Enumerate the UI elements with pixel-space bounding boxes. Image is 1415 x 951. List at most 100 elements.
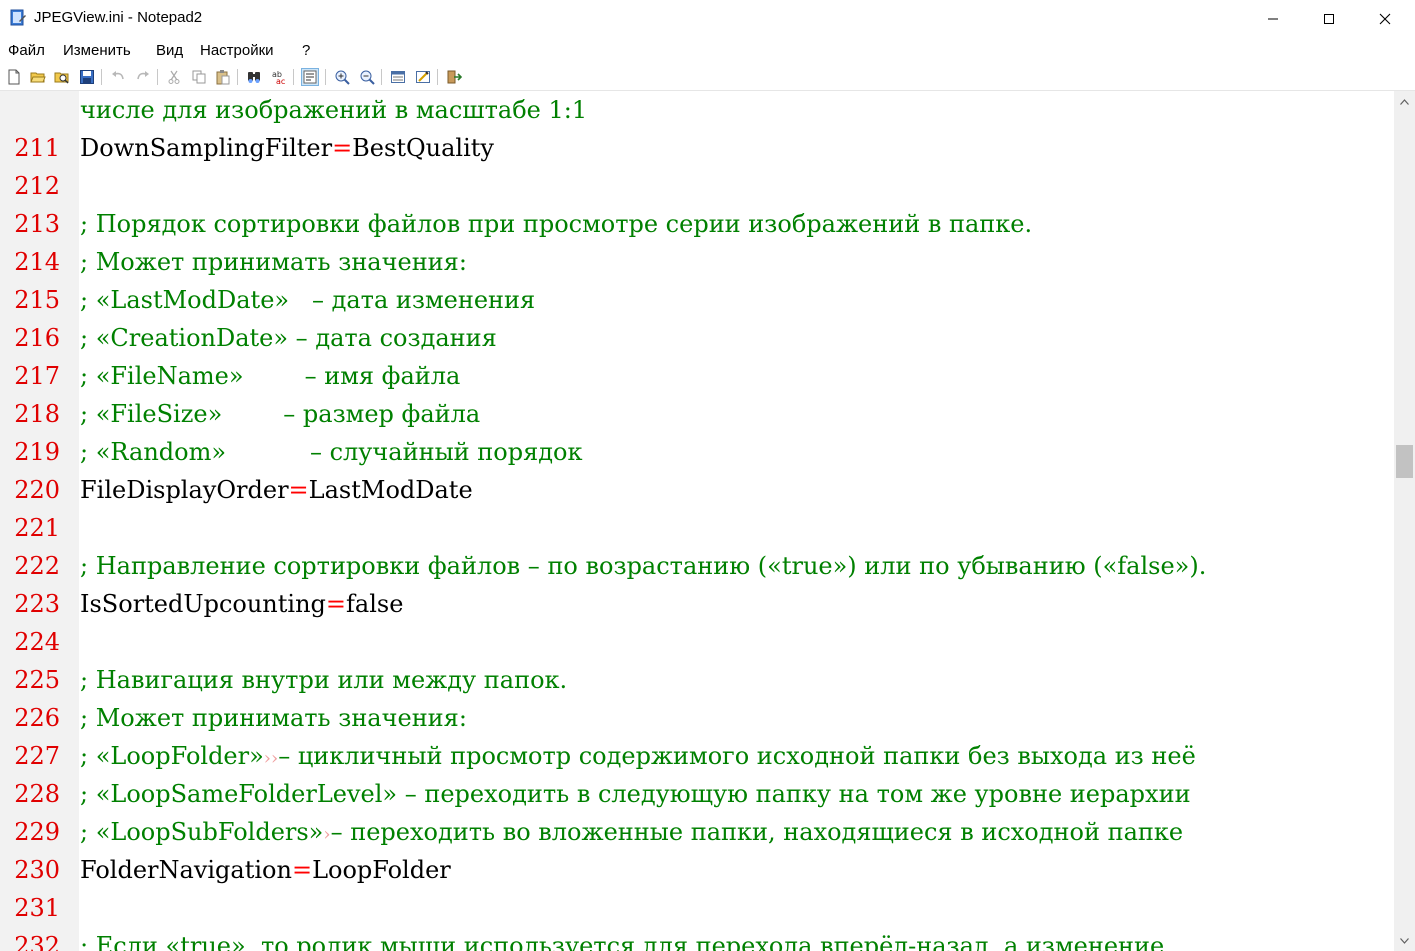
editor-line[interactable]: 211 DownSamplingFilter=BestQuality bbox=[0, 129, 1394, 167]
ini-key: FolderNavigation bbox=[80, 856, 292, 884]
line-text: ; «FileSize» – размер файла bbox=[80, 395, 480, 433]
editor-line[interactable]: 226 ; Может принимать значения: bbox=[0, 699, 1394, 737]
text-editor[interactable]: числе для изображений в масштабе 1:1 211 D… bbox=[0, 91, 1394, 951]
editor-line[interactable]: 231 bbox=[0, 889, 1394, 927]
line-number: 225 bbox=[14, 666, 60, 694]
chevron-up-icon bbox=[1400, 98, 1409, 105]
menu-file[interactable]: Файл bbox=[8, 42, 45, 59]
editor-line[interactable]: 213 ; Порядок сортировки файлов при просм… bbox=[0, 205, 1394, 243]
undo-icon[interactable] bbox=[110, 69, 126, 85]
line-number: 214 bbox=[14, 248, 60, 276]
editor-line[interactable]: 223 IsSortedUpcounting=false bbox=[0, 585, 1394, 623]
line-text: ; Может принимать значения: bbox=[80, 243, 467, 281]
redo-icon[interactable] bbox=[135, 69, 151, 85]
tab-marker-icon: › bbox=[263, 748, 271, 769]
zoom-in-icon[interactable] bbox=[334, 69, 350, 85]
comment-text: ; «CreationDate» – дата создания bbox=[80, 324, 497, 352]
replace-icon[interactable]: ab ac bbox=[271, 69, 287, 85]
chevron-down-icon bbox=[1400, 937, 1409, 944]
editor-line[interactable]: 225 ; Навигация внутри или между папок. bbox=[0, 661, 1394, 699]
comment-text: ; «LoopSameFolderLevel» – переходить в с… bbox=[80, 780, 1191, 808]
ini-key: FileDisplayOrder bbox=[80, 476, 289, 504]
ini-equals: = bbox=[332, 134, 353, 162]
minimize-button[interactable] bbox=[1245, 0, 1301, 38]
line-number: 220 bbox=[14, 476, 60, 504]
comment-text: – переходить во вложенные папки, находящ… bbox=[330, 818, 1184, 846]
editor-line[interactable]: числе для изображений в масштабе 1:1 bbox=[0, 91, 1394, 129]
line-text: FolderNavigation=LoopFolder bbox=[80, 851, 451, 889]
menu-view[interactable]: Вид bbox=[156, 42, 183, 59]
editor-line[interactable]: 217 ; «FileName» – имя файла bbox=[0, 357, 1394, 395]
scheme-icon[interactable] bbox=[390, 69, 406, 85]
menu-settings[interactable]: Настройки bbox=[200, 42, 274, 59]
line-number: 221 bbox=[14, 514, 60, 542]
close-button[interactable] bbox=[1357, 0, 1413, 38]
line-text: FileDisplayOrder=LastModDate bbox=[80, 471, 473, 509]
toolbar-separator bbox=[437, 69, 438, 85]
line-number: 224 bbox=[14, 628, 60, 656]
ini-equals: = bbox=[325, 590, 347, 618]
comment-text: числе для изображений в масштабе 1:1 bbox=[80, 96, 588, 124]
ini-equals: = bbox=[291, 856, 313, 884]
editor-line[interactable]: 218 ; «FileSize» – размер файла bbox=[0, 395, 1394, 433]
comment-text: ; «FileSize» – размер файла bbox=[80, 400, 481, 428]
exit-icon[interactable] bbox=[446, 69, 462, 85]
line-text: ; Навигация внутри или между папок. bbox=[80, 661, 567, 699]
toolbar-separator bbox=[101, 69, 102, 85]
line-number: 228 bbox=[14, 780, 60, 808]
maximize-icon bbox=[1324, 14, 1334, 24]
scroll-down-button[interactable] bbox=[1394, 930, 1415, 951]
ini-value: LastModDate bbox=[308, 476, 473, 504]
toolbar-separator bbox=[293, 69, 294, 85]
editor-line[interactable]: 215 ; «LastModDate» – дата изменения bbox=[0, 281, 1394, 319]
maximize-button[interactable] bbox=[1301, 0, 1357, 38]
find-icon[interactable] bbox=[246, 69, 262, 85]
editor-line[interactable]: 216 ; «CreationDate» – дата создания bbox=[0, 319, 1394, 357]
line-text: ; «LastModDate» – дата изменения bbox=[80, 281, 535, 319]
comment-text: ; «LoopSubFolders» bbox=[80, 818, 324, 846]
scrollbar-thumb[interactable] bbox=[1396, 445, 1413, 478]
tab-marker-icon: › bbox=[323, 824, 331, 845]
browse-icon[interactable] bbox=[54, 69, 70, 85]
editor-line[interactable]: 212 bbox=[0, 167, 1394, 205]
line-text: ; «Random» – случайный порядок bbox=[80, 433, 582, 471]
editor-line[interactable]: 227 ; «LoopFolder»››– цикличный просмотр … bbox=[0, 737, 1394, 775]
editor-line[interactable]: 230 FolderNavigation=LoopFolder bbox=[0, 851, 1394, 889]
toolbar-separator bbox=[237, 69, 238, 85]
ini-key: IsSortedUpcounting bbox=[80, 590, 326, 618]
cut-icon[interactable] bbox=[166, 69, 182, 85]
customize-icon[interactable] bbox=[415, 69, 431, 85]
line-text: ; «LoopFolder»››– цикличный просмотр сод… bbox=[80, 737, 1196, 778]
line-number: 223 bbox=[14, 590, 60, 618]
new-file-icon[interactable] bbox=[6, 69, 22, 85]
zoom-out-icon[interactable] bbox=[359, 69, 375, 85]
menu-edit[interactable]: Изменить bbox=[63, 42, 131, 59]
menu-help[interactable]: ? bbox=[302, 42, 310, 59]
comment-text: ; Может принимать значения: bbox=[80, 704, 467, 732]
scroll-up-button[interactable] bbox=[1394, 91, 1415, 112]
close-icon bbox=[1379, 13, 1391, 25]
open-icon[interactable] bbox=[30, 69, 46, 85]
editor-line[interactable]: 224 bbox=[0, 623, 1394, 661]
line-number: 232 bbox=[14, 932, 60, 951]
editor-line[interactable]: 214 ; Может принимать значения: bbox=[0, 243, 1394, 281]
comment-text: ; Навигация внутри или между папок. bbox=[80, 666, 568, 694]
line-number: 217 bbox=[14, 362, 60, 390]
editor-line[interactable]: 219 ; «Random» – случайный порядок bbox=[0, 433, 1394, 471]
editor-line[interactable]: 229 ; «LoopSubFolders»›– переходить во вл… bbox=[0, 813, 1394, 851]
minimize-icon bbox=[1268, 18, 1278, 20]
copy-icon[interactable] bbox=[191, 69, 207, 85]
line-number: 226 bbox=[14, 704, 60, 732]
editor-line[interactable]: 222 ; Направление сортировки файлов – по … bbox=[0, 547, 1394, 585]
editor-line[interactable]: 221 bbox=[0, 509, 1394, 547]
vertical-scrollbar[interactable] bbox=[1394, 91, 1415, 951]
paste-icon[interactable] bbox=[215, 69, 231, 85]
toolbar-separator bbox=[381, 69, 382, 85]
editor-line[interactable]: 232 ; Если «true», то ролик мыши использу… bbox=[0, 927, 1394, 951]
line-text: DownSamplingFilter=BestQuality bbox=[80, 129, 494, 167]
word-wrap-icon[interactable] bbox=[301, 68, 319, 86]
editor-line[interactable]: 220 FileDisplayOrder=LastModDate bbox=[0, 471, 1394, 509]
ini-value: false bbox=[346, 590, 404, 618]
save-icon[interactable] bbox=[79, 69, 95, 85]
editor-line[interactable]: 228 ; «LoopSameFolderLevel» – переходить … bbox=[0, 775, 1394, 813]
